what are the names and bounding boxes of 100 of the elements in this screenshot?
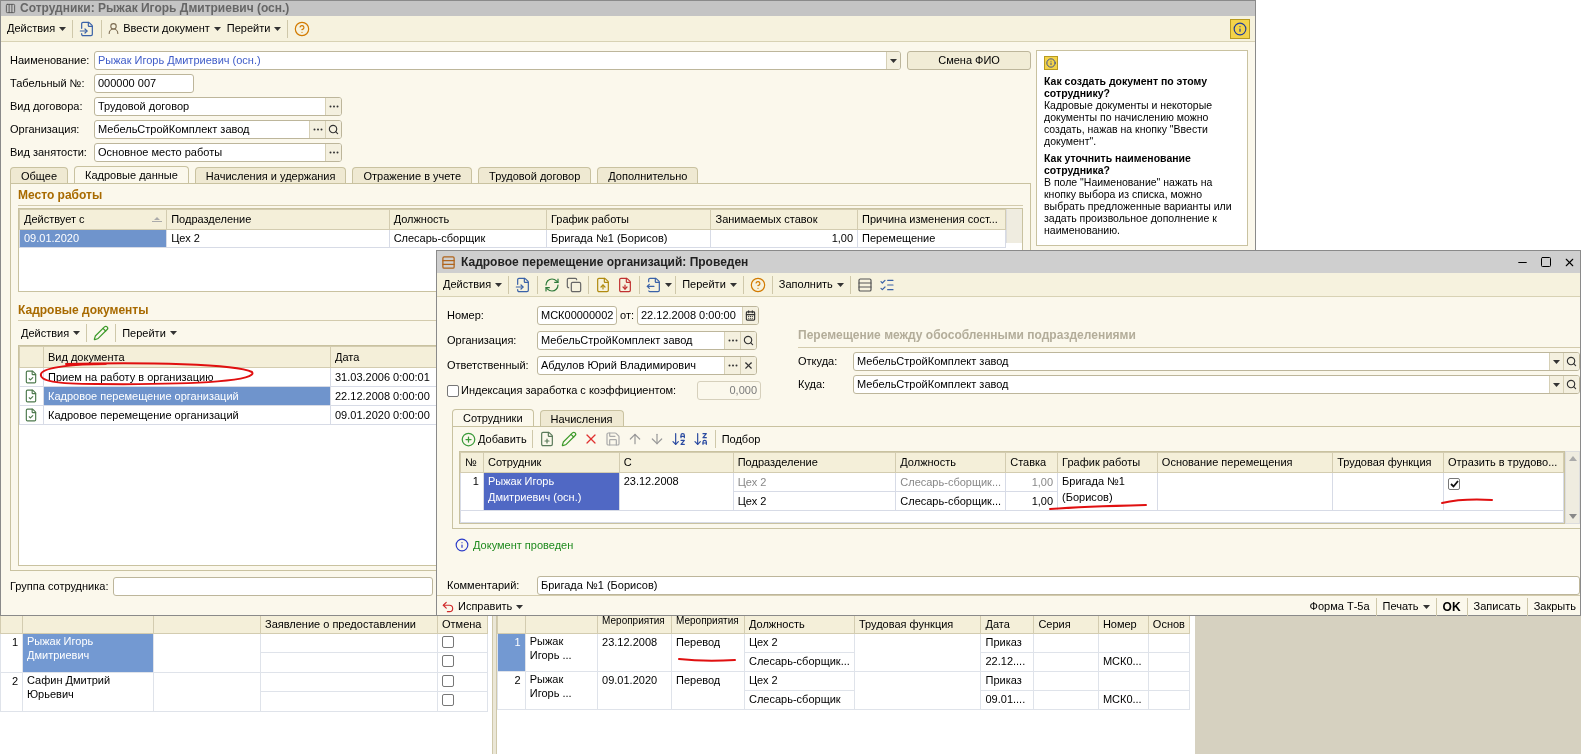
go-menu[interactable]: Перейти bbox=[679, 274, 740, 295]
department-field[interactable]: МебельСтройКомплект завод bbox=[853, 375, 1580, 394]
table-cell[interactable]: 2 bbox=[497, 671, 526, 709]
tab[interactable]: Начисления и удержания bbox=[194, 167, 347, 183]
actions-menu[interactable]: Действия bbox=[18, 323, 84, 343]
calendar-icon bbox=[745, 310, 756, 321]
sort-descending-icon[interactable] bbox=[692, 431, 709, 447]
field-label: Организация: bbox=[447, 333, 518, 349]
field-label: Комментарий: bbox=[447, 577, 521, 593]
table-cell: Цех 2 bbox=[733, 491, 896, 511]
number-field[interactable]: 000000 007 bbox=[94, 74, 194, 93]
responsible-field[interactable]: Абдулов Юрий Владимирович bbox=[537, 356, 757, 375]
document-arrow-icon[interactable] bbox=[79, 20, 96, 37]
lookup-field[interactable]: МебельСтройКомплект завод bbox=[94, 120, 342, 139]
actions-menu[interactable]: Действия bbox=[440, 274, 506, 295]
rename-button[interactable]: Смена ФИО bbox=[907, 51, 1031, 70]
table-cell: МСК0... bbox=[1098, 652, 1149, 671]
dots-icon bbox=[328, 105, 339, 108]
table-cell[interactable]: Рыжак Игорь Дмитриевич (осн.) bbox=[483, 472, 620, 511]
table-cell: 23.12.2008 bbox=[597, 633, 672, 671]
add-button[interactable]: Добавить bbox=[459, 430, 529, 448]
tab[interactable]: Общее bbox=[10, 167, 69, 183]
sort-ascending-icon[interactable] bbox=[670, 431, 687, 447]
scroll-down-icon[interactable] bbox=[1568, 514, 1577, 519]
search-icon bbox=[1566, 379, 1577, 390]
group-field[interactable] bbox=[113, 577, 433, 596]
go-menu[interactable]: Перейти bbox=[223, 18, 285, 39]
tab[interactable]: Отражение в учете bbox=[352, 167, 473, 183]
organization-field[interactable]: МебельСтройКомплект завод bbox=[537, 331, 757, 350]
table-cell: Цех 2 bbox=[744, 633, 855, 652]
document-down-icon[interactable] bbox=[617, 276, 634, 293]
pick-button[interactable]: Подбор bbox=[718, 430, 764, 448]
search-icon bbox=[743, 335, 754, 346]
refresh-icon[interactable] bbox=[544, 276, 561, 293]
document-up-icon[interactable] bbox=[595, 276, 612, 293]
checkbox[interactable] bbox=[442, 674, 454, 687]
window-icon bbox=[5, 3, 16, 14]
document-arrow-icon[interactable] bbox=[515, 276, 532, 293]
column-header[interactable]: Дата bbox=[335, 350, 360, 363]
select-field[interactable]: Основное место работы bbox=[94, 143, 342, 162]
table-cell: 2 bbox=[0, 672, 23, 711]
fill-menu[interactable]: Заполнить bbox=[775, 274, 847, 295]
name-field[interactable]: Рыжак Игорь Дмитриевич (осн.) bbox=[93, 51, 902, 70]
tab[interactable]: Начисления bbox=[539, 410, 624, 426]
document-output-icon[interactable] bbox=[646, 276, 663, 293]
table-cell: 23.12.2008 bbox=[619, 472, 734, 511]
close-button[interactable]: Закрыть bbox=[1530, 598, 1576, 615]
table-cell: 1,00 bbox=[1005, 472, 1058, 492]
clear-icon bbox=[743, 360, 754, 371]
info-icon bbox=[1046, 58, 1056, 68]
caret-icon bbox=[1422, 604, 1430, 609]
pencil-icon[interactable] bbox=[93, 325, 110, 341]
scrollbar[interactable] bbox=[1006, 209, 1022, 243]
add-document-icon[interactable] bbox=[538, 431, 555, 447]
maximize-icon[interactable] bbox=[1540, 256, 1552, 268]
column-header[interactable]: Вид документа bbox=[48, 350, 125, 363]
tab[interactable]: Дополнительно bbox=[597, 167, 699, 183]
tab[interactable]: Сотрудники bbox=[452, 409, 534, 427]
table-cell[interactable]: Сафин Дмитрий Юрьевич bbox=[22, 672, 154, 711]
undo-icon bbox=[441, 599, 455, 614]
go-menu[interactable]: Перейти bbox=[119, 323, 180, 343]
rows-icon[interactable] bbox=[856, 276, 873, 293]
enter-document-menu[interactable]: Ввести документ bbox=[120, 18, 224, 39]
comment-field[interactable]: Бригада №1 (Борисов) bbox=[537, 575, 1580, 595]
search-icon bbox=[1566, 356, 1577, 367]
field-label: Вид занятости: bbox=[10, 145, 88, 161]
table-cell: Приказ bbox=[980, 671, 1034, 690]
caret-icon bbox=[1553, 382, 1560, 387]
info-icon[interactable] bbox=[1233, 21, 1247, 36]
sort-icon bbox=[152, 216, 163, 223]
scrollbar[interactable] bbox=[1565, 451, 1580, 524]
table-cell: Слесарь-сборщик... bbox=[895, 472, 1006, 492]
help-icon[interactable] bbox=[294, 20, 311, 37]
date-field[interactable]: 22.12.2008 0:00:00 bbox=[637, 306, 759, 325]
tab[interactable]: Кадровые данные bbox=[74, 166, 189, 184]
fix-menu[interactable]: Исправить bbox=[455, 596, 527, 617]
form-button[interactable]: Форма Т-5а bbox=[1306, 598, 1373, 615]
copy-icon[interactable] bbox=[566, 276, 583, 293]
ok-button[interactable]: OK bbox=[1439, 597, 1464, 616]
print-menu[interactable]: Печать bbox=[1379, 596, 1433, 617]
checkbox[interactable] bbox=[442, 635, 454, 648]
pencil-icon[interactable] bbox=[560, 431, 577, 447]
actions-menu[interactable]: Действия bbox=[4, 18, 70, 39]
save-button[interactable]: Записать bbox=[1470, 598, 1524, 615]
coefficient-field[interactable]: 0,000 bbox=[697, 381, 761, 400]
field-label: Группа сотрудника: bbox=[10, 579, 110, 595]
tab[interactable]: Трудовой договор bbox=[478, 167, 592, 183]
field-label: Наименование: bbox=[10, 53, 91, 69]
checkbox[interactable] bbox=[442, 655, 454, 667]
help-icon[interactable] bbox=[749, 276, 766, 293]
table-cell: Цех 2 bbox=[733, 472, 896, 492]
column-header[interactable]: С bbox=[623, 456, 632, 469]
select-field[interactable]: Трудовой договор bbox=[94, 97, 342, 116]
checkbox[interactable] bbox=[447, 384, 459, 397]
department-field[interactable]: МебельСтройКомплект завод bbox=[853, 352, 1580, 371]
table-cell: Перевод bbox=[671, 633, 745, 671]
checkbox[interactable] bbox=[442, 694, 454, 706]
caret-icon bbox=[1553, 359, 1560, 364]
checkbox[interactable] bbox=[1448, 478, 1460, 490]
number-field[interactable]: МСК00000002 bbox=[537, 306, 617, 325]
